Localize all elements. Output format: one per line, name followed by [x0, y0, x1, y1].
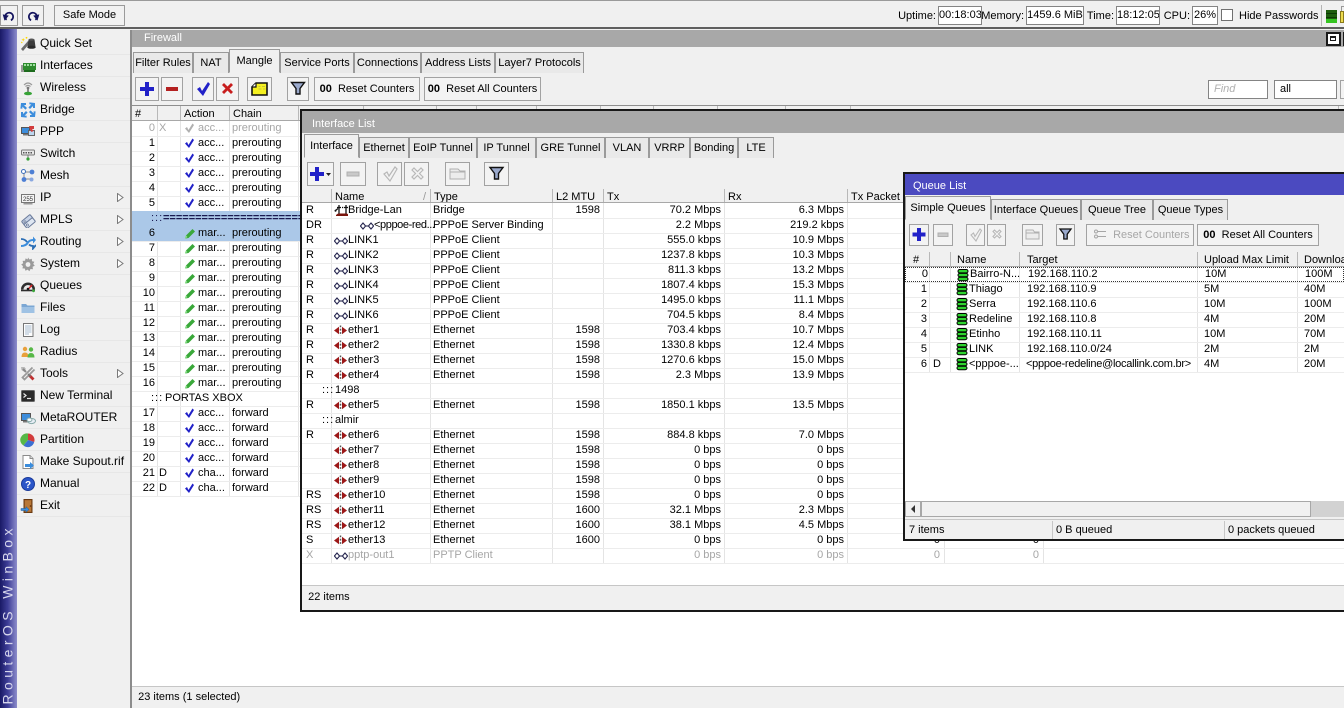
svg-text:255: 255	[23, 197, 34, 203]
svg-text:?: ?	[25, 480, 31, 491]
